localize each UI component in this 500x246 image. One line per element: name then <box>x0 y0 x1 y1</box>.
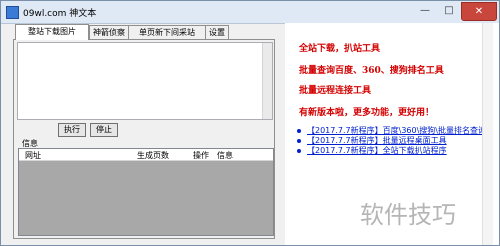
window-title: 09wl.com 神文本 <box>23 9 97 19</box>
column-header-info[interactable]: 信息 <box>217 150 233 161</box>
tab-panel: 执行 停止 信息 网址 生成页数 操作 信息 <box>13 39 275 239</box>
column-header-action[interactable]: 操作 <box>193 150 209 161</box>
bullet-icon <box>297 129 301 133</box>
link-text[interactable]: 【2017.7.7新程序】批量远程桌面工具 <box>307 136 495 146</box>
headline-new-version: 有新版本啦，更多功能，更好用！ <box>299 108 435 118</box>
url-textarea[interactable] <box>17 42 273 120</box>
link-text[interactable]: 【2017.7.7新程序】百度\360\搜狗\批量排名查询 <box>307 126 495 136</box>
tab-site-download[interactable]: 整站下载图片 <box>15 24 89 40</box>
link-remote-desktop[interactable]: 【2017.7.7新程序】批量远程桌面工具 <box>297 136 495 146</box>
headline-site-download: 全站下载，扒站工具 <box>299 44 381 54</box>
textarea-scrollbar[interactable] <box>262 43 272 119</box>
tab-settings[interactable]: 设置 <box>205 25 229 39</box>
program-links: 【2017.7.7新程序】百度\360\搜狗\批量排名查询 【2017.7.7新… <box>297 126 495 156</box>
headline-rank-query: 批量查询百度、360、搜狗排名工具 <box>299 66 444 76</box>
stop-button[interactable]: 停止 <box>90 123 118 137</box>
tab-scout[interactable]: 神箭侦察 <box>89 25 129 39</box>
run-button[interactable]: 执行 <box>58 123 86 137</box>
link-site-download[interactable]: 【2017.7.7新程序】全站下载扒站程序 <box>297 146 495 156</box>
info-pane-scrollbar[interactable] <box>482 23 493 245</box>
app-icon <box>6 6 19 19</box>
column-header-url[interactable]: 网址 <box>25 150 41 161</box>
list-header: 网址 生成页数 操作 信息 <box>19 149 273 161</box>
headline-remote: 批量远程连接工具 <box>299 86 372 96</box>
bullet-icon <box>297 139 301 143</box>
tab-single-page[interactable]: 单页新下间采站 <box>128 25 206 39</box>
link-text[interactable]: 【2017.7.7新程序】全站下载扒站程序 <box>307 146 495 156</box>
maximize-button[interactable]: □ <box>437 2 461 19</box>
minimize-button[interactable]: — <box>413 2 437 19</box>
link-rank-query[interactable]: 【2017.7.7新程序】百度\360\搜狗\批量排名查询 <box>297 126 495 136</box>
watermark: 软件技巧 <box>360 201 456 229</box>
bullet-icon <box>297 149 301 153</box>
title-bar: 09wl.com 神文本 — □ ✕ <box>1 1 499 24</box>
result-list[interactable]: 网址 生成页数 操作 信息 <box>18 148 274 236</box>
column-header-pages[interactable]: 生成页数 <box>137 150 169 161</box>
close-button[interactable]: ✕ <box>461 2 497 21</box>
